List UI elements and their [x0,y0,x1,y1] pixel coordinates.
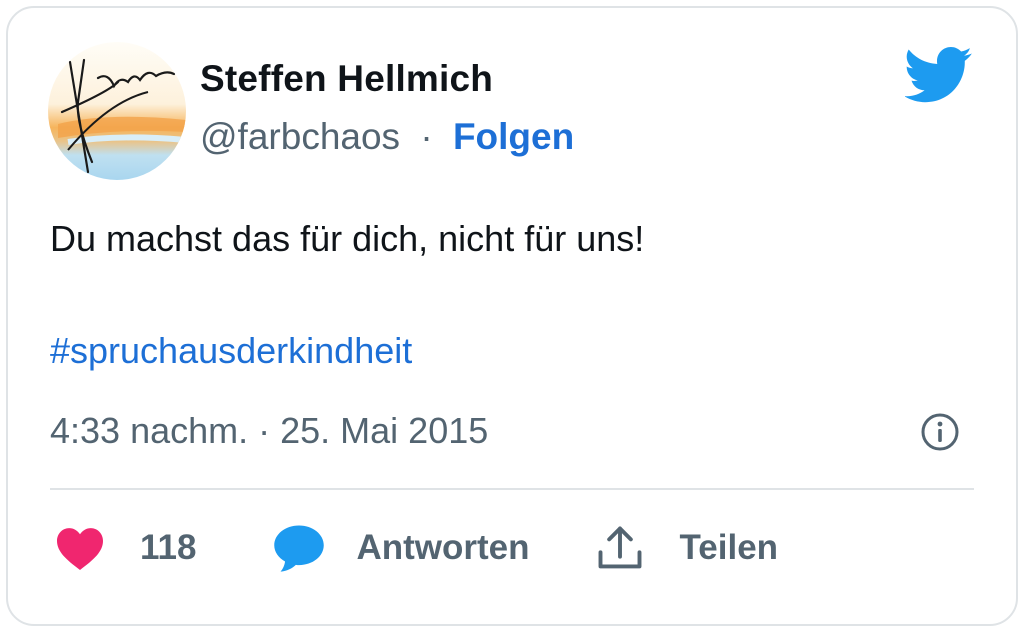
reply-bubble-icon [274,525,325,572]
tweet-timestamp[interactable]: 4:33 nachm. · 25. Mai 2015 [50,410,488,452]
divider [50,488,974,490]
follow-button[interactable]: Folgen [453,116,574,157]
share-label: Teilen [679,528,779,567]
like-count: 118 [140,528,197,567]
author-handle[interactable]: @farbchaos [200,116,400,157]
handle-separator: · [420,116,433,157]
avatar[interactable] [48,42,186,180]
share-icon [598,526,641,569]
author-name[interactable]: Steffen Hellmich [200,58,493,100]
twitter-bird-icon[interactable] [905,46,973,104]
avatar-image [48,42,186,180]
action-bar: 118 Antworten Teilen [54,520,778,576]
heart-icon [57,528,103,570]
reply-button[interactable]: Antworten [272,523,530,573]
tweet-text: Du machst das für dich, nicht für uns! [50,218,645,259]
author-handle-row: @farbchaos · Folgen [200,116,574,158]
info-icon[interactable] [920,412,960,452]
like-button[interactable]: 118 [54,525,196,571]
share-button[interactable]: Teilen [594,522,779,574]
hashtag-link[interactable]: #spruchausderkindheit [50,330,412,372]
reply-label: Antworten [356,528,530,567]
